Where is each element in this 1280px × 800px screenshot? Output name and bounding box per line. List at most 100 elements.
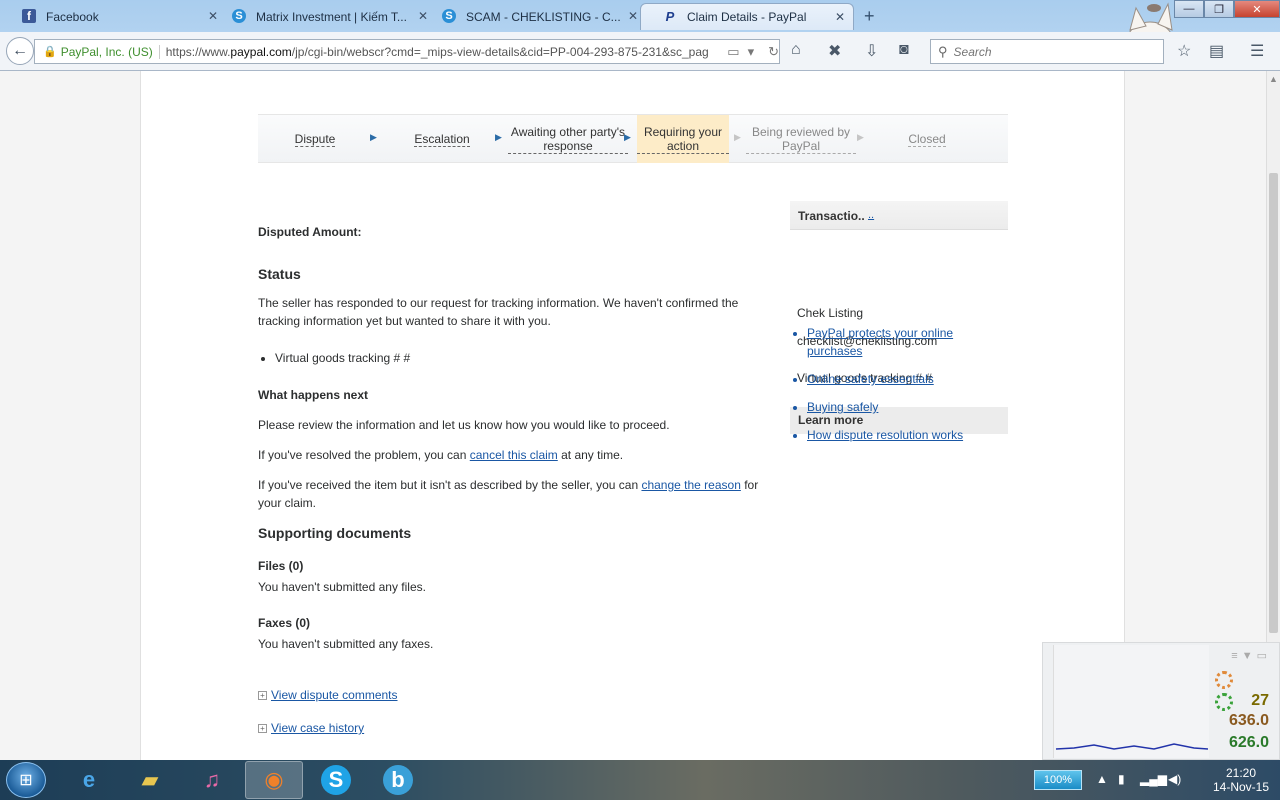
site-identity[interactable]: PayPal, Inc. (US) bbox=[61, 44, 160, 59]
scrollbar-thumb[interactable] bbox=[1269, 173, 1278, 633]
network-monitor-widget[interactable]: ≡▼▭ 27 636.0 626.0 bbox=[1042, 642, 1280, 760]
paypal-protects-link[interactable]: PayPal protects your online purchases bbox=[807, 326, 953, 358]
tab-title: SCAM - CHEKLISTING - C... bbox=[466, 9, 621, 24]
faxes-label: Faxes (0) bbox=[258, 616, 311, 630]
step-label: Requiring your action bbox=[637, 125, 729, 154]
minimize-button[interactable]: — bbox=[1174, 0, 1204, 18]
status-heading: Status bbox=[258, 266, 301, 282]
arrow-right-icon: ▶ bbox=[370, 132, 377, 142]
battery-indicator[interactable]: 100% bbox=[1034, 770, 1082, 790]
arrow-right-icon: ▶ bbox=[857, 132, 864, 142]
url-text[interactable]: https://www.paypal.com/jp/cgi-bin/webscr… bbox=[166, 45, 720, 59]
url-domain: paypal.com bbox=[230, 44, 292, 59]
step-label: Dispute bbox=[294, 131, 336, 147]
list-item: How dispute resolution works bbox=[807, 426, 997, 444]
expand-plus-icon[interactable]: + bbox=[258, 691, 267, 700]
widget-value-3: 626.0 bbox=[1228, 734, 1269, 751]
search-input[interactable] bbox=[953, 44, 1154, 59]
internet-explorer-icon[interactable]: e bbox=[60, 761, 118, 799]
app-b-icon[interactable]: b bbox=[369, 761, 427, 799]
new-tab-button[interactable]: + bbox=[864, 6, 875, 27]
url-path: /jp/cgi-bin/webscr?cmd=_mips-view-detail… bbox=[291, 44, 709, 59]
home-icon[interactable]: ⌂ bbox=[791, 41, 801, 59]
volume-icon[interactable]: ◀) bbox=[1168, 772, 1181, 786]
firefox-icon[interactable]: ◉ bbox=[245, 761, 303, 799]
arrow-right-icon: ▶ bbox=[495, 132, 502, 142]
show-hidden-icons[interactable]: ▲ bbox=[1096, 772, 1108, 786]
dispute-resolution-link[interactable]: How dispute resolution works bbox=[807, 428, 963, 442]
back-button[interactable]: ← bbox=[6, 37, 34, 65]
tab-scam-cheklisting[interactable]: S SCAM - CHEKLISTING - C... ✕ bbox=[420, 3, 646, 30]
online-safety-link[interactable]: Online safety essentials bbox=[807, 372, 934, 386]
tab-title: Facebook bbox=[46, 9, 99, 24]
navigation-bar: ← 🔒 PayPal, Inc. (US) https://www.paypal… bbox=[0, 32, 1280, 71]
step-escalation[interactable]: Escalation bbox=[382, 115, 502, 163]
files-text: You haven't submitted any files. bbox=[258, 580, 426, 594]
received-paragraph: If you've received the item but it isn't… bbox=[258, 476, 773, 512]
step-being-reviewed[interactable]: Being reviewed by PayPal bbox=[746, 115, 856, 163]
step-label: Escalation bbox=[414, 131, 470, 147]
view-case-history-link[interactable]: View case history bbox=[271, 721, 364, 735]
tab-title: Matrix Investment | Kiếm T... bbox=[256, 9, 407, 24]
download-icon[interactable]: ⇩ bbox=[865, 41, 878, 61]
tab-claim-details[interactable]: P Claim Details - PayPal ✕ bbox=[640, 3, 854, 30]
close-icon[interactable]: ✕ bbox=[835, 10, 845, 24]
menu-icon[interactable]: ☰ bbox=[1250, 41, 1264, 61]
next-text: Please review the information and let us… bbox=[258, 418, 670, 432]
scroll-up-icon[interactable]: ▲ bbox=[1269, 74, 1278, 84]
widget-controls-icon[interactable]: ≡▼▭ bbox=[1231, 649, 1271, 662]
clock-time: 21:20 bbox=[1225, 766, 1257, 780]
url-bar[interactable]: 🔒 PayPal, Inc. (US) https://www.paypal.c… bbox=[34, 39, 780, 64]
close-window-button[interactable]: ✕ bbox=[1234, 0, 1280, 18]
itunes-icon[interactable]: ♫ bbox=[183, 761, 241, 799]
tab-facebook[interactable]: f Facebook ✕ bbox=[0, 3, 226, 30]
files-label: Files (0) bbox=[258, 559, 304, 573]
what-happens-next-heading: What happens next bbox=[258, 388, 369, 402]
received-text: If you've received the item but it isn't… bbox=[258, 478, 642, 492]
step-requiring-action[interactable]: Requiring your action bbox=[637, 115, 729, 163]
facebook-icon: f bbox=[22, 9, 36, 23]
view-history-row[interactable]: + View case history bbox=[258, 719, 364, 737]
traffic-graph-line bbox=[1055, 743, 1209, 750]
list-item: Online safety essentials bbox=[807, 370, 997, 388]
change-reason-link[interactable]: change the reason bbox=[641, 478, 740, 492]
reader-view-icon[interactable]: ▭ bbox=[727, 44, 739, 60]
step-closed[interactable]: Closed bbox=[872, 115, 982, 163]
tracking-list: Virtual goods tracking # # bbox=[258, 349, 410, 367]
resolved-text-end: at any time. bbox=[557, 448, 624, 462]
close-icon[interactable]: ✕ bbox=[628, 9, 638, 23]
view-comments-row[interactable]: + View dispute comments bbox=[258, 686, 398, 704]
blocked-addon-icon[interactable]: ✖ bbox=[828, 41, 841, 61]
tab-matrix-investment[interactable]: S Matrix Investment | Kiếm T... ✕ bbox=[210, 3, 436, 30]
widget-value-1: 27 bbox=[1251, 692, 1269, 709]
step-label: Closed bbox=[908, 131, 946, 147]
file-explorer-icon[interactable]: ▰ bbox=[121, 761, 179, 799]
reload-icon[interactable]: ↻ bbox=[768, 44, 779, 60]
clock[interactable]: 21:20 14-Nov-15 bbox=[1206, 766, 1276, 794]
skype-icon[interactable]: S bbox=[307, 761, 365, 799]
search-box[interactable]: ⚲ bbox=[930, 39, 1164, 64]
buying-safely-link[interactable]: Buying safely bbox=[807, 400, 878, 414]
widget-value-2: 636.0 bbox=[1228, 712, 1269, 729]
step-awaiting-response[interactable]: Awaiting other party's response bbox=[508, 115, 628, 163]
cancel-claim-link[interactable]: cancel this claim bbox=[470, 448, 558, 462]
bookmark-star-icon[interactable]: ☆ bbox=[1177, 41, 1191, 61]
power-icon[interactable]: ▮ bbox=[1118, 772, 1125, 786]
transaction-box: Transactio.. .. bbox=[790, 201, 1008, 230]
mask-icon[interactable]: ◙ bbox=[899, 41, 909, 59]
arrow-right-icon: ▶ bbox=[624, 132, 631, 142]
expand-plus-icon[interactable]: + bbox=[258, 724, 267, 733]
maximize-button[interactable]: ❐ bbox=[1204, 0, 1234, 18]
chevron-down-icon[interactable]: ▾ bbox=[748, 44, 755, 60]
view-dispute-comments-link[interactable]: View dispute comments bbox=[271, 688, 398, 702]
transaction-label: Transactio.. bbox=[798, 209, 865, 223]
step-dispute[interactable]: Dispute bbox=[258, 115, 372, 163]
tracking-item: Virtual goods tracking # # bbox=[275, 349, 410, 367]
start-button[interactable]: ⊞ bbox=[6, 762, 46, 798]
windows-taskbar: ⊞ e ▰ ♫ ◉ S b 100% ▲ ▮ ▂▄▆ ◀) 21:20 14-N… bbox=[0, 760, 1280, 800]
bookmarks-list-icon[interactable]: ▤ bbox=[1209, 41, 1224, 61]
system-tray: 100% ▲ ▮ ▂▄▆ ◀) 21:20 14-Nov-15 bbox=[1030, 760, 1280, 800]
browser-chrome: f Facebook ✕ S Matrix Investment | Kiếm … bbox=[0, 0, 1280, 71]
network-signal-icon[interactable]: ▂▄▆ bbox=[1140, 772, 1167, 786]
transaction-link[interactable]: .. bbox=[868, 209, 874, 221]
